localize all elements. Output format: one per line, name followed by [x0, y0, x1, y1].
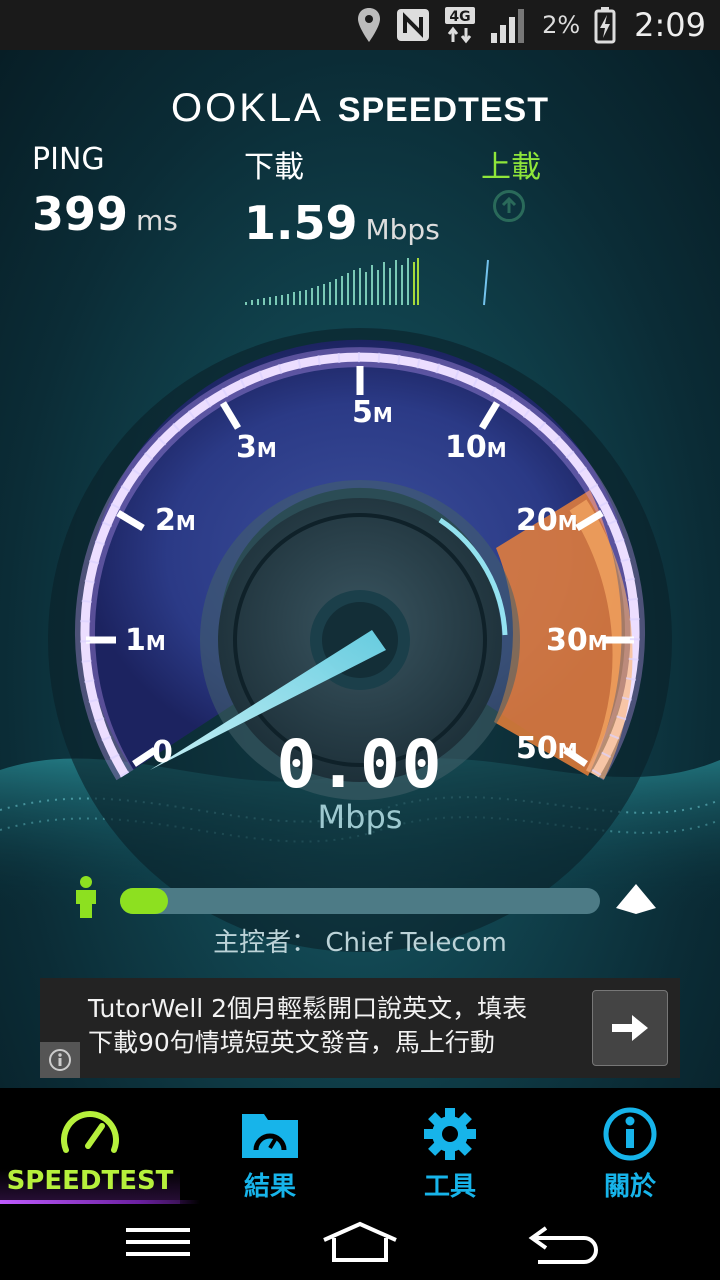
ping-unit: ms — [136, 204, 178, 237]
gear-icon — [424, 1108, 476, 1160]
info-icon — [49, 1049, 71, 1071]
download-value: 1.59 — [244, 196, 358, 250]
ad-line: 下載90句情境短英文發音，馬上行動 — [88, 1028, 495, 1057]
clock: 2:09 — [634, 6, 706, 44]
ad-banner[interactable]: TutorWell 2個月輕鬆開口說英文，填表 下載90句情境短英文發音，馬上行… — [40, 978, 680, 1078]
speedtest-logo-text: SPEEDTEST — [337, 91, 549, 129]
speedometer-icon — [61, 1111, 119, 1153]
ping-value: 399 — [32, 187, 129, 241]
ad-go-button[interactable] — [592, 990, 668, 1066]
bottom-tab-bar: SPEEDTEST 結果 工具 關於 — [0, 1088, 720, 1204]
tab-tools[interactable]: 工具 — [360, 1088, 540, 1204]
battery-percentage: 2% — [542, 11, 581, 39]
signal-strength-icon — [490, 7, 528, 43]
server-host: 主控者： Chief Telecom — [0, 922, 720, 959]
arrow-right-icon — [612, 1015, 648, 1041]
server-icon — [616, 884, 656, 914]
download-history-graph — [245, 258, 489, 306]
tab-results[interactable]: 結果 — [180, 1088, 360, 1204]
download-label: 下載 — [244, 150, 304, 185]
menu-button[interactable] — [118, 1218, 198, 1268]
info-icon — [603, 1107, 657, 1161]
ad-text: TutorWell 2個月輕鬆開口說英文，填表 下載90句情境短英文發音，馬上行… — [88, 992, 560, 1060]
upload-label: 上載 — [481, 150, 541, 185]
ping-metric: PING 399 ms — [32, 142, 178, 241]
ping-label: PING — [32, 142, 105, 177]
battery-charging-icon — [594, 6, 616, 44]
network-4g-icon: 4G — [444, 6, 476, 44]
home-button[interactable] — [320, 1218, 400, 1268]
progress-track — [120, 888, 600, 914]
tab-label: 工具 — [423, 1172, 476, 1202]
upload-arrow-icon — [493, 190, 525, 222]
tab-label: 關於 — [603, 1172, 656, 1202]
ad-info-button[interactable] — [40, 1042, 80, 1078]
tab-about[interactable]: 關於 — [540, 1088, 720, 1204]
status-bar: 4G 2% 2:09 — [0, 0, 720, 50]
app-logo: OOKLA SPEEDTEST — [0, 86, 720, 131]
menu-icon — [126, 1228, 190, 1256]
system-navigation-bar — [0, 1204, 720, 1280]
home-icon — [323, 1221, 397, 1262]
progress-fill — [120, 888, 168, 914]
back-button[interactable] — [524, 1218, 604, 1268]
download-metric: 下載 1.59 Mbps — [244, 142, 440, 250]
tab-speedtest[interactable]: SPEEDTEST — [0, 1088, 200, 1204]
tab-label: SPEEDTEST — [6, 1166, 174, 1196]
speedtest-main: 0 1M 2M 3M 5M 10M 20M 30M 50M OOKLA SPEE… — [0, 50, 720, 1088]
folder-gauge-icon — [242, 1114, 298, 1158]
upload-metric: 上載 — [481, 142, 541, 186]
host-name: Chief Telecom — [325, 928, 507, 958]
current-speed-value: 0.00 — [276, 726, 444, 803]
user-icon — [76, 876, 96, 918]
back-arrow-icon — [528, 1226, 598, 1264]
test-progress — [0, 876, 720, 926]
current-speed-unit: Mbps — [317, 798, 403, 836]
location-icon — [356, 6, 382, 44]
svg-text:4G: 4G — [449, 9, 470, 25]
ad-line: TutorWell 2個月輕鬆開口說英文，填表 — [88, 994, 528, 1023]
nfc-icon — [396, 8, 430, 42]
tab-label: 結果 — [243, 1172, 296, 1202]
ookla-logo-text: OOKLA — [170, 86, 324, 130]
download-unit: Mbps — [365, 213, 440, 246]
host-label: 主控者： — [213, 928, 318, 958]
